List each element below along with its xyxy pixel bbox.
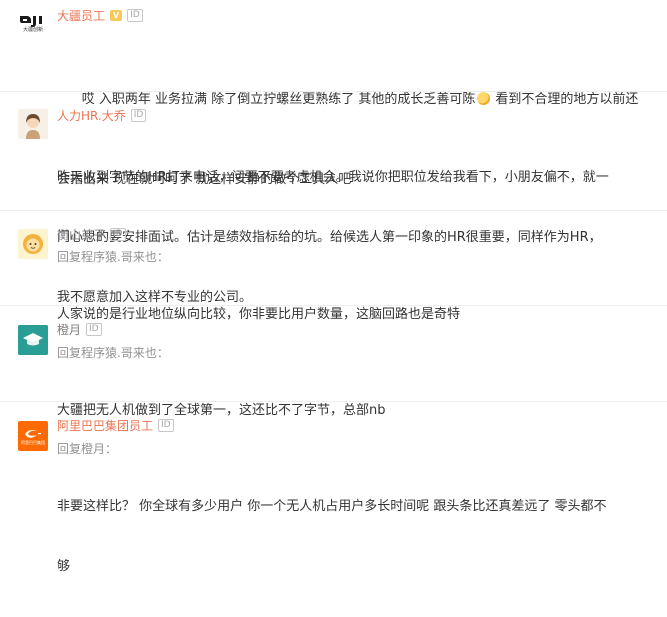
divider [0, 305, 667, 306]
reply-to[interactable]: 回复橙月： [57, 440, 117, 457]
divider [0, 210, 667, 211]
divider [0, 401, 667, 402]
divider [0, 91, 667, 92]
dji-logo-icon [20, 16, 42, 27]
cartoon-face-icon [18, 229, 48, 259]
avatar-alibaba[interactable]: 阿里巴巴集团 [18, 421, 48, 451]
alibaba-logo-icon [25, 429, 41, 438]
avatar-dji[interactable]: 大疆创新 [18, 8, 48, 38]
graduation-cap-icon [18, 325, 48, 355]
avatar-hr[interactable] [18, 109, 48, 139]
comment-line: 人家说的是行业地位纵向比较，你非要比用户数量，这脑回路也是奇特 [57, 307, 461, 322]
comment-header: 阿里巴巴集团员工 ID [57, 417, 174, 433]
avatar-hengshan[interactable] [18, 229, 48, 259]
comment-header: 衡山弟子 ID [57, 226, 126, 242]
avatar-chengyue[interactable] [18, 325, 48, 355]
username[interactable]: 人力HR.大乔 [57, 107, 126, 124]
id-badge: ID [158, 418, 174, 432]
avatar-caption: 大疆创新 [22, 27, 43, 33]
id-badge: ID [86, 322, 102, 336]
id-badge: ID [130, 108, 147, 122]
avatar-caption: 阿里巴巴集团 [21, 439, 45, 445]
reply-to[interactable]: 回复程序猿.哥来也： [57, 344, 169, 361]
comment-line: 昨天收到字节的HR打来电话，问要不要考虑机会。我说你把职位发给我看下，小朋友偏不… [57, 170, 609, 185]
id-badge: ID [127, 8, 143, 22]
comment-text: 大疆把无人机做到了全球第一，这还比不了字节，总部nb [57, 361, 657, 461]
reply-to[interactable]: 回复程序猿.哥来也： [57, 248, 169, 265]
comment-text: 非要这样比？ 你全球有多少用户 你一个无人机占用户多长时间呢 跟头条比还真差远了… [57, 457, 657, 617]
comment-header: 大疆员工 V ID [57, 7, 143, 23]
member-badge-icon: V [110, 9, 123, 21]
id-badge: ID [110, 227, 126, 241]
username[interactable]: 阿里巴巴集团员工 [57, 417, 153, 434]
emoji-icon [477, 92, 491, 105]
comment-header: 橙月 ID [57, 321, 102, 337]
person-avatar-icon [18, 109, 48, 139]
username[interactable]: 橙月 [57, 321, 81, 338]
comment-line: 门心思的要安排面试。估计是绩效指标给的坑。给候选人第一印象的HR很重要，同样作为… [57, 230, 602, 245]
comment-line: 哎 入职两年 业务拉满 除了倒立拧螺丝更熟练了 其他的成长乏善可陈 看到不合理的地… [81, 92, 639, 107]
comment-header: 人力HR.大乔 ID [57, 107, 147, 124]
comment-line: 够 [57, 559, 71, 574]
comment-line: 非要这样比？ 你全球有多少用户 你一个无人机占用户多长时间呢 跟头条比还真差远了… [57, 499, 607, 514]
username[interactable]: 衡山弟子 [57, 226, 105, 243]
username[interactable]: 大疆员工 [57, 7, 105, 24]
